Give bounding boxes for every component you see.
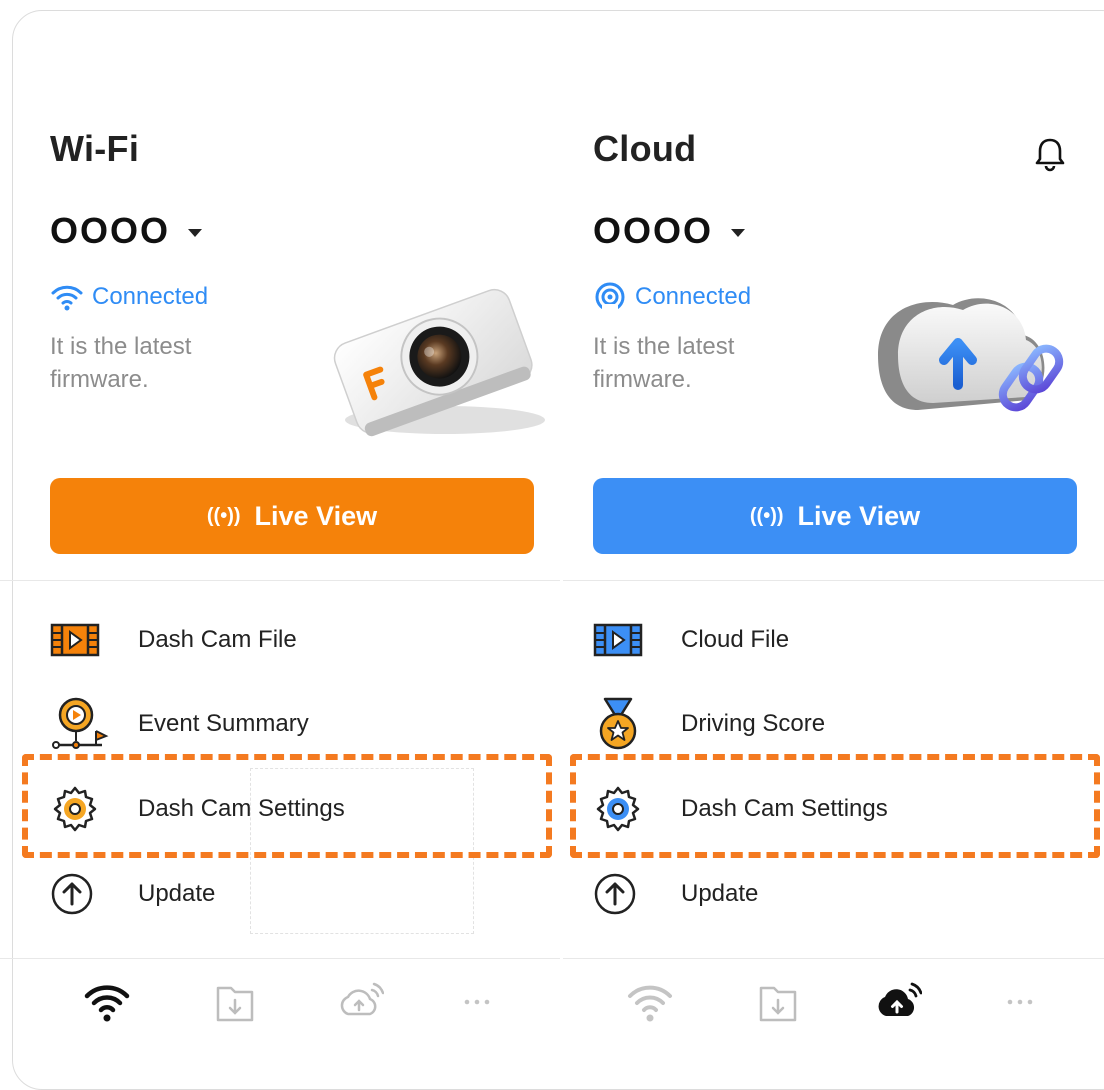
connection-status: Connected bbox=[593, 282, 751, 312]
download-tab-icon bbox=[759, 986, 797, 1022]
highlight-box-wifi-settings bbox=[22, 754, 552, 858]
dashcam-illustration bbox=[333, 288, 545, 437]
event-summary-icon bbox=[50, 697, 112, 751]
divider bbox=[0, 580, 560, 581]
menu-item-update[interactable]: Update bbox=[50, 864, 215, 924]
more-tab-icon bbox=[464, 999, 490, 1005]
divider bbox=[563, 580, 1104, 581]
menu-item-label: Update bbox=[681, 880, 759, 907]
cloud-upload-tab-icon bbox=[340, 982, 384, 1016]
menu-item-label: Cloud File bbox=[681, 626, 790, 653]
film-icon bbox=[593, 613, 655, 667]
caret-down-icon bbox=[188, 229, 203, 237]
menu-item-update[interactable]: Update bbox=[593, 864, 758, 924]
live-view-button[interactable]: ((•)) Live View bbox=[593, 478, 1077, 554]
live-view-label: Live View bbox=[797, 500, 921, 531]
device-name: OOOO bbox=[593, 210, 714, 251]
wifi-tab-icon bbox=[628, 985, 672, 1022]
menu-item-dash-cam-file[interactable]: Dash Cam File bbox=[50, 610, 297, 670]
film-icon bbox=[50, 613, 112, 667]
menu-item-label: Update bbox=[138, 880, 216, 907]
live-view-label: Live View bbox=[254, 500, 378, 531]
page-title: Wi-Fi bbox=[50, 128, 140, 169]
divider bbox=[563, 958, 1104, 959]
status-text: Connected bbox=[92, 283, 209, 310]
connection-status: Connected bbox=[50, 282, 208, 312]
bottom-tab-bar bbox=[563, 972, 1103, 1032]
tab-wifi[interactable] bbox=[77, 972, 137, 1032]
tab-cloud[interactable] bbox=[330, 972, 390, 1032]
menu-item-cloud-file[interactable]: Cloud File bbox=[593, 610, 789, 670]
wifi-icon bbox=[51, 285, 83, 311]
more-tab-icon bbox=[1007, 999, 1033, 1005]
live-signal-icon: ((•)) bbox=[206, 504, 241, 527]
menu-item-label: Event Summary bbox=[138, 710, 309, 737]
tab-cloud[interactable] bbox=[868, 972, 928, 1032]
live-view-button[interactable]: ((•)) Live View bbox=[50, 478, 534, 554]
tab-more[interactable] bbox=[990, 972, 1050, 1032]
status-text: Connected bbox=[635, 283, 752, 310]
menu-item-event-summary[interactable]: Event Summary bbox=[50, 694, 309, 754]
firmware-status: It is the latest firmware. bbox=[50, 333, 192, 393]
menu-item-label: Driving Score bbox=[681, 710, 826, 737]
tab-wifi[interactable] bbox=[620, 972, 680, 1032]
medal-icon bbox=[593, 697, 655, 751]
caret-down-icon bbox=[731, 229, 746, 237]
upload-circle-icon bbox=[50, 867, 112, 921]
device-selector[interactable]: OOOO bbox=[593, 210, 746, 252]
bell-icon[interactable] bbox=[1033, 136, 1067, 172]
menu-item-driving-score[interactable]: Driving Score bbox=[593, 694, 825, 754]
firmware-status: It is the latest firmware. bbox=[593, 333, 735, 393]
highlight-box-cloud-settings bbox=[570, 754, 1100, 858]
device-selector[interactable]: OOOO bbox=[50, 210, 203, 252]
download-tab-icon bbox=[216, 986, 254, 1022]
menu-item-label: Dash Cam File bbox=[138, 626, 297, 653]
cloud-illustration bbox=[878, 298, 1064, 412]
tab-more[interactable] bbox=[447, 972, 507, 1032]
upload-circle-icon bbox=[593, 867, 655, 921]
cloud-signal-icon bbox=[595, 282, 625, 312]
wifi-tab-icon bbox=[84, 985, 130, 1022]
page-title: Cloud bbox=[593, 128, 697, 169]
cloud-upload-tab-icon bbox=[878, 982, 922, 1016]
cloud-panel: Cloud OOOO Connected It is the latest fi… bbox=[563, 0, 1104, 1065]
bottom-tab-bar bbox=[20, 972, 560, 1032]
divider bbox=[0, 958, 560, 959]
live-signal-icon: ((•)) bbox=[749, 504, 784, 527]
tab-downloads[interactable] bbox=[205, 972, 265, 1032]
device-name: OOOO bbox=[50, 210, 171, 251]
tab-downloads[interactable] bbox=[748, 972, 808, 1032]
